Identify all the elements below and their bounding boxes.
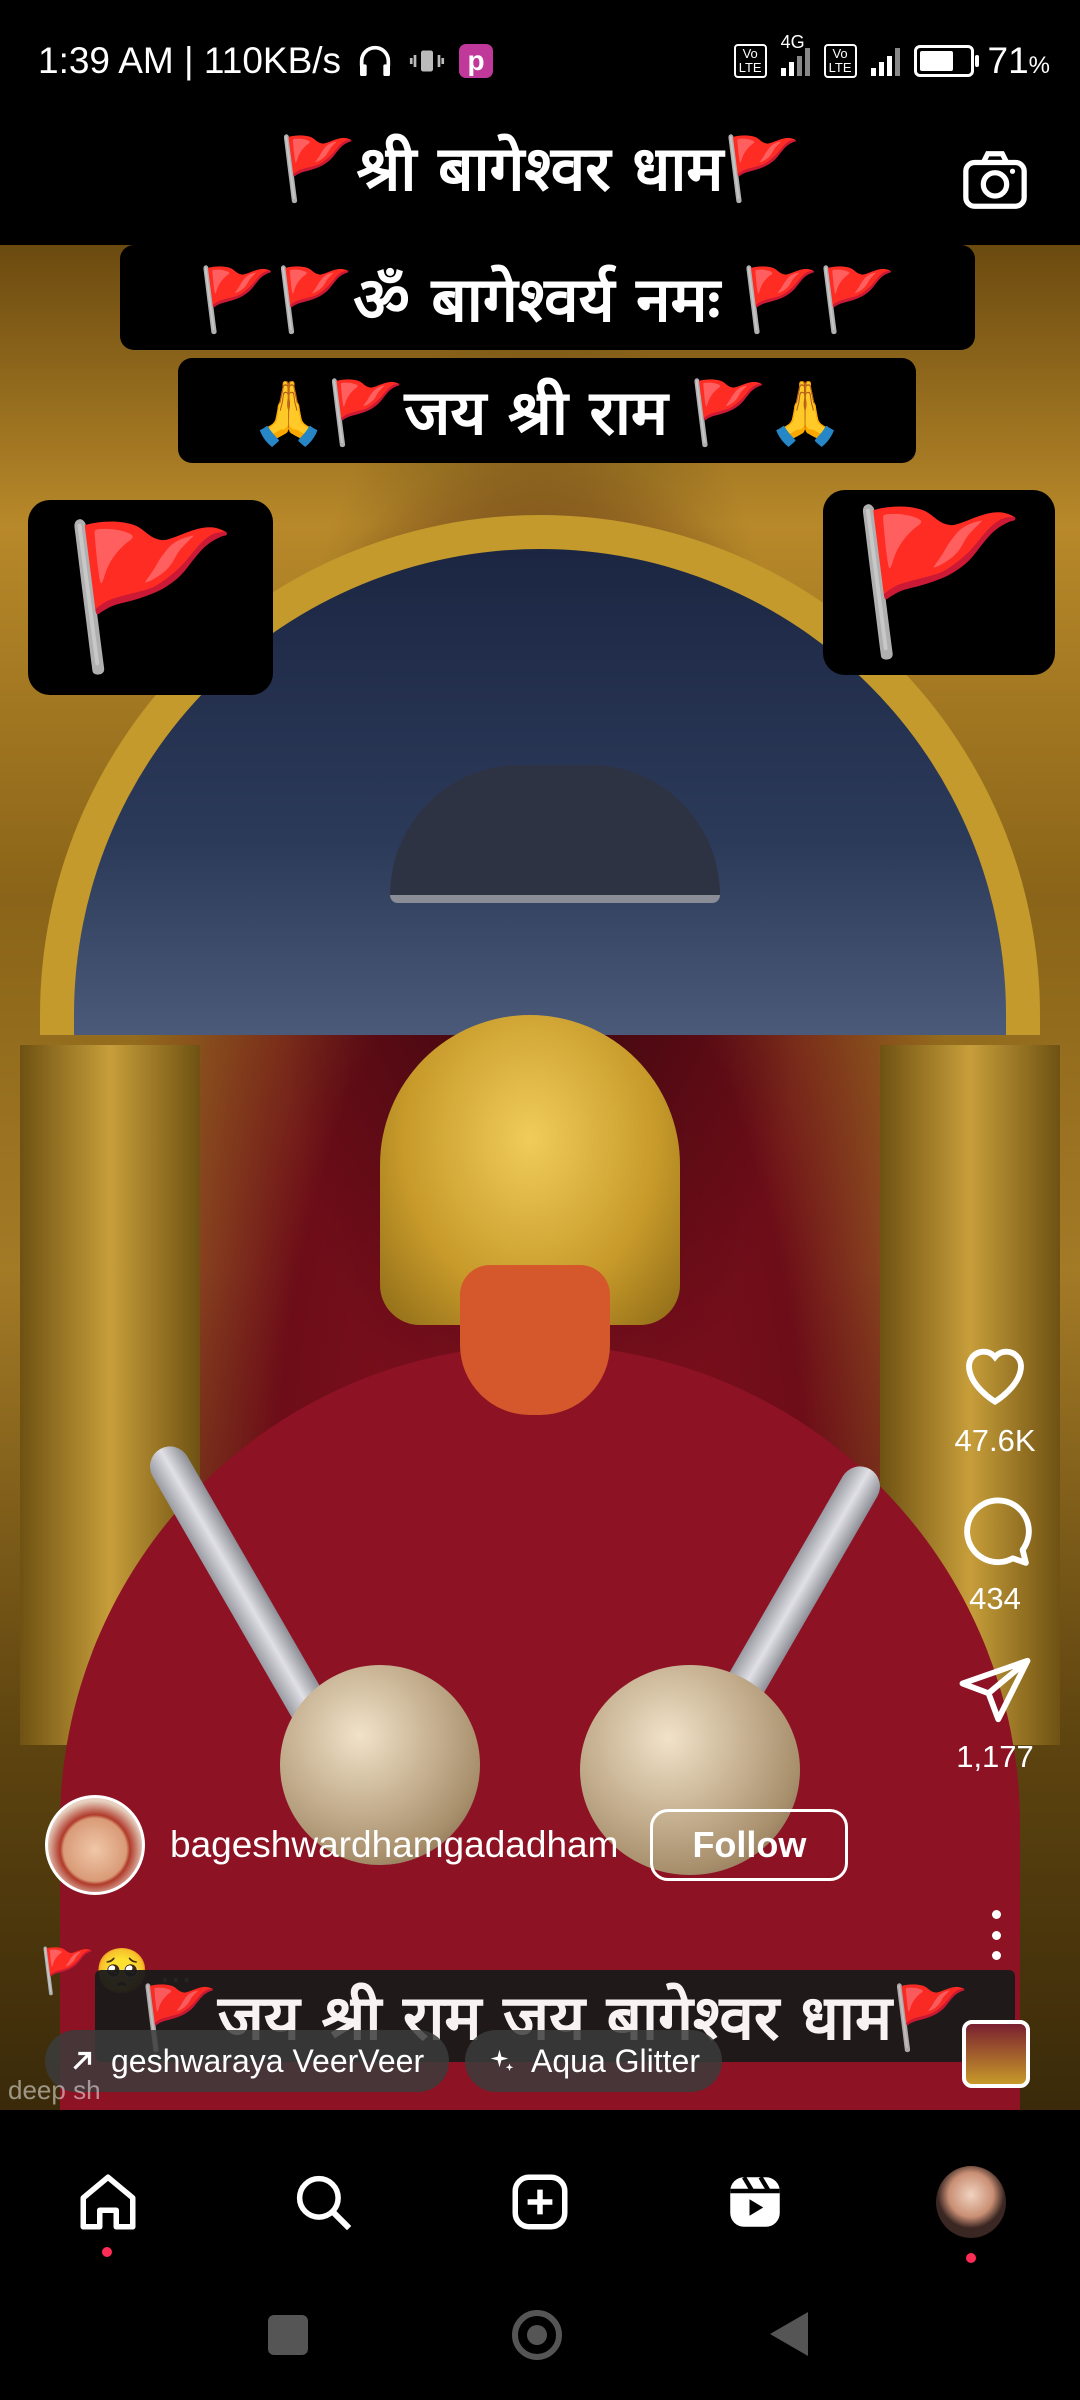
- author-row: bageshwardhamgadadham Follow: [45, 1795, 849, 1895]
- comment-count: 434: [969, 1581, 1021, 1616]
- back-button[interactable]: [770, 2312, 808, 2356]
- audio-label: geshwaraya VeerVeer: [111, 2042, 425, 2079]
- heart-icon: [966, 1348, 1024, 1406]
- reel-actions: 47.6K 434 1,177: [930, 1335, 1060, 1809]
- recents-button[interactable]: [268, 2315, 308, 2355]
- send-icon: [959, 1657, 1031, 1723]
- author-avatar[interactable]: [45, 1795, 145, 1895]
- home-icon: [80, 2174, 136, 2230]
- battery-icon: [913, 45, 979, 77]
- overlay-banner-1: 🚩🚩ॐ बागेश्वर्य नमः 🚩🚩: [120, 245, 975, 350]
- home-system-button[interactable]: [512, 2310, 562, 2360]
- status-bar: 1:39 AM | 110KB/s p Vo LTE 4G Vo LTE 71%: [0, 0, 1080, 120]
- flag-sticker-left: 🚩: [28, 500, 273, 695]
- reel-title-text: 🚩श्री बागेश्वर धाम🚩: [279, 132, 801, 205]
- nav-home[interactable]: [73, 2167, 143, 2237]
- audio-thumbnail[interactable]: [962, 2020, 1030, 2088]
- home-notification-dot: [102, 2247, 112, 2257]
- nav-create[interactable]: [505, 2167, 575, 2237]
- sparkle-icon: [490, 2049, 514, 2071]
- like-button[interactable]: 47.6K: [930, 1335, 1060, 1459]
- camera-icon[interactable]: [960, 145, 1030, 215]
- effect-chip[interactable]: Aqua Glitter: [465, 2030, 722, 2092]
- headphones-icon: [359, 45, 391, 76]
- follow-button[interactable]: Follow: [650, 1809, 849, 1881]
- profile-avatar: [936, 2166, 1006, 2238]
- comment-button[interactable]: 434: [930, 1493, 1060, 1617]
- comment-icon: [964, 1497, 1032, 1566]
- search-icon: [296, 2175, 352, 2231]
- share-count: 1,177: [956, 1739, 1034, 1774]
- nav-search[interactable]: [288, 2167, 358, 2237]
- vibrate-icon: [409, 50, 445, 72]
- flag-sticker-right: 🚩: [823, 490, 1055, 675]
- deity-face: [460, 1265, 610, 1415]
- reel-chips: geshwaraya VeerVeer Aqua Glitter: [45, 2030, 722, 2092]
- network-type: 4G: [780, 32, 805, 52]
- like-count: 47.6K: [954, 1423, 1036, 1458]
- volte-2-icon: Vo LTE: [823, 44, 857, 78]
- watermark-text: deep sh: [8, 2075, 101, 2105]
- overlay-banner-2: 🙏🚩जय श्री राम 🚩🙏: [178, 358, 916, 463]
- share-button[interactable]: 1,177: [930, 1651, 1060, 1775]
- audio-chip[interactable]: geshwaraya VeerVeer: [45, 2030, 449, 2092]
- status-time-speed: 1:39 AM | 110KB/s: [38, 40, 342, 81]
- app-badge-icon: p: [459, 44, 494, 78]
- add-post-icon: [512, 2174, 568, 2230]
- reels-icon: [730, 2176, 780, 2227]
- signal-2-icon: [870, 46, 900, 76]
- more-options-icon[interactable]: [992, 1910, 1002, 1960]
- battery-unit: %: [1028, 52, 1050, 79]
- effect-label: Aqua Glitter: [531, 2042, 700, 2079]
- arrow-up-right-icon: [73, 2051, 92, 2070]
- nav-reels[interactable]: [720, 2167, 790, 2237]
- system-nav-bar: [0, 2270, 1080, 2400]
- bottom-nav: [0, 2135, 1080, 2270]
- nav-profile[interactable]: [936, 2166, 1006, 2238]
- profile-notification-dot: [966, 2253, 976, 2263]
- author-username[interactable]: bageshwardhamgadadham: [170, 1824, 618, 1866]
- volte-icon: Vo LTE: [733, 44, 767, 78]
- battery-percent: 71: [987, 40, 1029, 81]
